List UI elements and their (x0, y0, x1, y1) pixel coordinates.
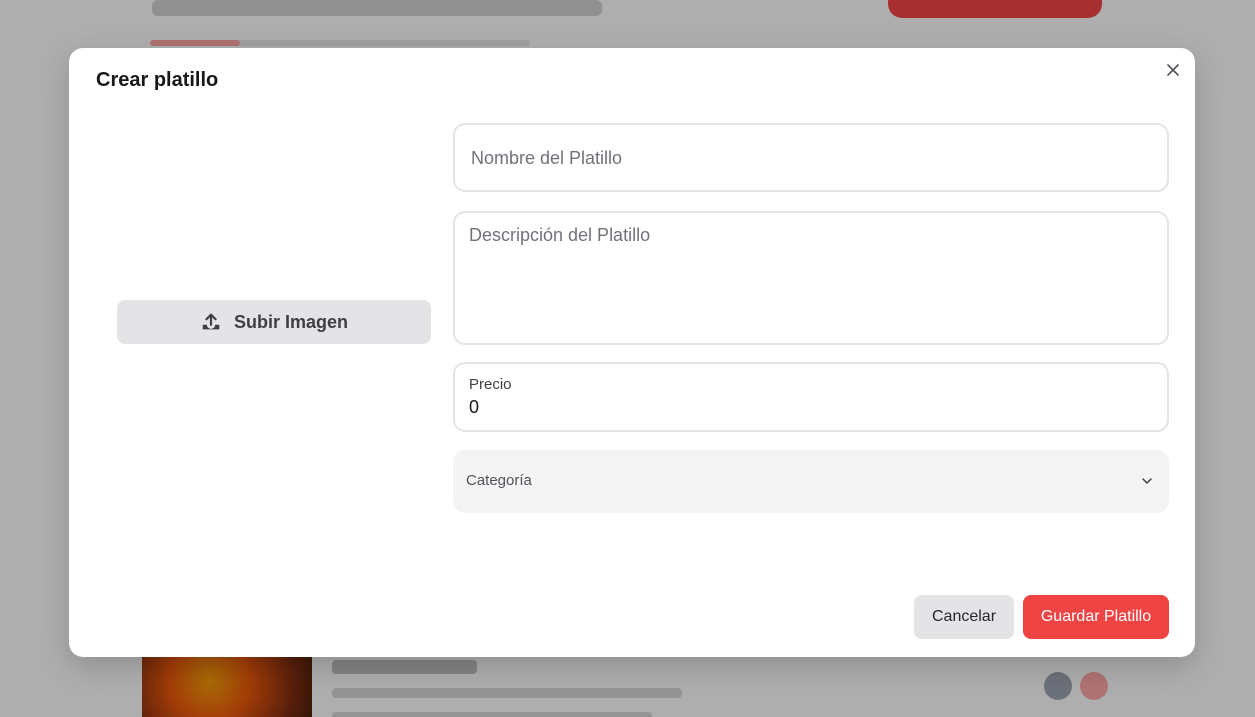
upload-image-button[interactable]: Subir Imagen (117, 300, 431, 344)
dish-description-field (453, 211, 1169, 345)
category-select[interactable]: Categoría (453, 450, 1169, 513)
dish-name-input[interactable] (469, 125, 1153, 192)
price-field: Precio (453, 362, 1169, 432)
chevron-down-icon (1140, 474, 1154, 488)
upload-icon (200, 311, 222, 333)
upload-image-label: Subir Imagen (233, 311, 349, 332)
close-button[interactable] (1163, 60, 1183, 80)
dish-description-input[interactable] (469, 225, 1149, 335)
category-label: Categoría (466, 472, 532, 489)
price-label: Precio (469, 376, 512, 393)
save-dish-button[interactable]: Guardar Platillo (1023, 595, 1169, 639)
create-dish-modal: Crear platillo Subir Imagen Precio Categ… (69, 48, 1195, 657)
cancel-button[interactable]: Cancelar (914, 595, 1014, 639)
dish-name-field (453, 123, 1169, 192)
close-icon (1167, 64, 1179, 76)
price-input[interactable] (469, 395, 1149, 419)
modal-title: Crear platillo (96, 69, 219, 91)
